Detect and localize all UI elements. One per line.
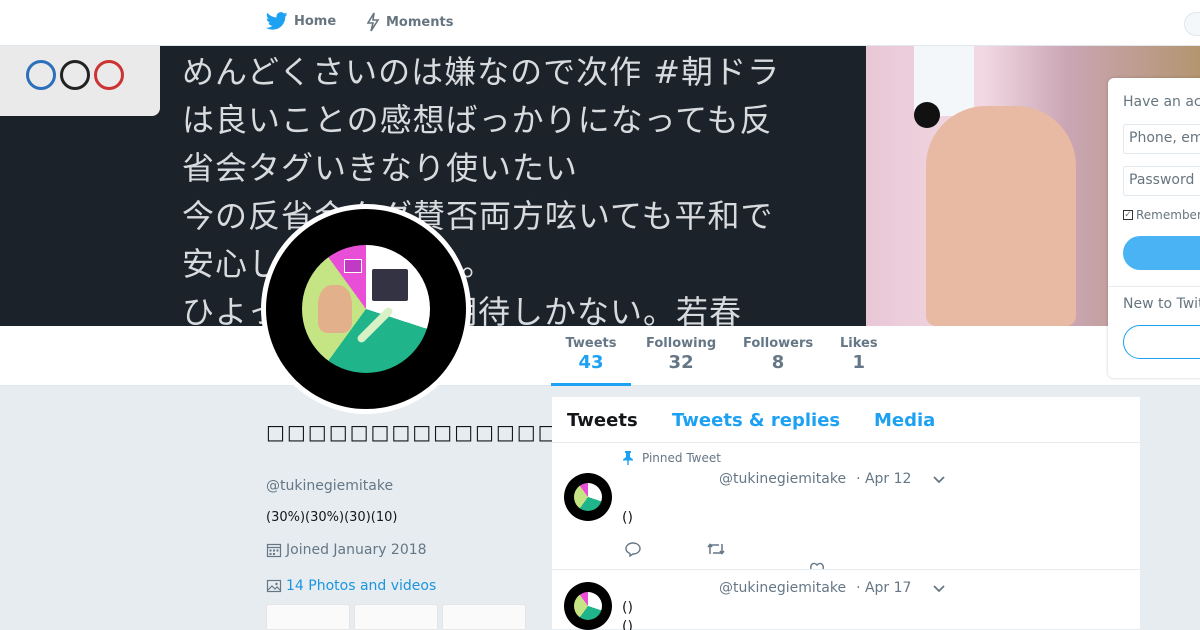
nav-moments-label: Moments (386, 14, 454, 30)
image-icon (266, 579, 282, 593)
stat-followers-value: 8 (771, 352, 785, 373)
profile-joined: Joined January 2018 (266, 542, 427, 558)
profile-banner: めんどくさいのは嫌なので次作 #朝ドラ は良いことの感想ばっかりになっても反 省… (0, 46, 1200, 326)
tweet-handle[interactable]: @tukinegiemitake (719, 471, 846, 487)
password-input[interactable]: Password (1123, 166, 1200, 196)
remember-me-label: Remember me (1136, 208, 1200, 222)
reply-icon[interactable] (624, 541, 642, 557)
stat-tweets-label: Tweets (565, 336, 617, 351)
new-to-twitter-label: New to Twitter? (1123, 296, 1200, 312)
heart-icon[interactable] (809, 562, 825, 570)
tab-tweets[interactable]: Tweets (567, 410, 638, 431)
photos-videos-link[interactable]: 14 Photos and videos (266, 578, 436, 594)
stat-following-value: 32 (668, 352, 694, 373)
tweet-item[interactable]: @tukinegiemitake · Apr 17 () () (552, 570, 1140, 630)
profile-avatar[interactable] (261, 204, 471, 414)
search-box[interactable] (1184, 12, 1200, 36)
stat-likes[interactable]: Likes 1 (840, 336, 878, 373)
avatar[interactable] (564, 582, 612, 630)
timeline-tabs: Tweets Tweets & replies Media (552, 397, 1140, 443)
chevron-down-icon[interactable] (932, 472, 946, 486)
twitter-bird-icon (266, 12, 288, 30)
tweet-text: () () (622, 600, 633, 630)
pie-chart-avatar-image (302, 245, 430, 373)
nav-home-link[interactable]: Home (266, 12, 336, 30)
photos-videos-label: 14 Photos and videos (286, 578, 437, 594)
retweet-icon[interactable] (706, 541, 726, 557)
stat-followers-label: Followers (743, 336, 814, 351)
stat-following-label: Following (646, 336, 717, 351)
login-divider (1108, 286, 1200, 287)
stat-followers[interactable]: Followers 8 (743, 336, 813, 373)
timeline: Tweets Tweets & replies Media Pinned Twe… (552, 397, 1140, 630)
tweet-text: () (622, 510, 633, 526)
photo-thumbnails (266, 604, 526, 630)
pinned-indicator: Pinned Tweet (622, 451, 721, 465)
profile-sidebar: □□□□□□□□□□□□□□□□□□□□□□□□ @tukinegiemitak… (266, 420, 768, 594)
profile-name: □□□□□□□□□□□□□□□□□□□□□□□□ (266, 420, 768, 444)
pinned-label: Pinned Tweet (642, 451, 721, 465)
nav-moments-link[interactable]: Moments (366, 12, 453, 32)
olympic-rings-image (0, 46, 160, 116)
login-panel: Have an account? Phone, email or usernam… (1108, 78, 1200, 378)
top-nav: Home Moments (0, 0, 1200, 46)
tweet-header: @tukinegiemitake · Apr 12 (719, 471, 911, 487)
lightning-icon (366, 12, 380, 32)
tweet-handle[interactable]: @tukinegiemitake (719, 580, 846, 596)
tab-tweets-replies[interactable]: Tweets & replies (672, 410, 840, 431)
signup-button[interactable] (1123, 325, 1200, 359)
profile-joined-label: Joined January 2018 (286, 542, 427, 558)
profile-handle[interactable]: @tukinegiemitake (266, 478, 393, 494)
stat-tweets-value: 43 (578, 352, 604, 373)
avatar[interactable] (564, 473, 612, 521)
profile-bio: (30%)(30%)(30)(10) (266, 510, 398, 525)
pin-icon (623, 451, 633, 465)
calendar-icon (266, 543, 282, 558)
stat-likes-value: 1 (852, 352, 866, 373)
chevron-down-icon[interactable] (932, 581, 946, 595)
login-button[interactable] (1123, 236, 1200, 270)
tweet-date[interactable]: · Apr 17 (856, 580, 911, 596)
tweet-actions (624, 541, 726, 557)
nav-home-label: Home (294, 13, 337, 29)
tweet-date[interactable]: · Apr 12 (856, 471, 911, 487)
tab-media[interactable]: Media (874, 410, 935, 431)
tweet-item[interactable]: Pinned Tweet @tukinegiemitake · Apr 12 (… (552, 444, 1140, 570)
remember-me[interactable]: ✓ Remember me (1123, 208, 1200, 222)
checkbox-icon[interactable]: ✓ (1123, 210, 1133, 220)
stat-likes-label: Likes (840, 336, 878, 351)
photo-thumbnail[interactable] (354, 604, 438, 630)
stat-tweets[interactable]: Tweets 43 (551, 336, 631, 386)
stat-following[interactable]: Following 32 (646, 336, 716, 373)
login-title: Have an account? (1123, 94, 1200, 110)
tweet-header: @tukinegiemitake · Apr 17 (719, 580, 911, 596)
photo-thumbnail[interactable] (442, 604, 526, 630)
photo-thumbnail[interactable] (266, 604, 350, 630)
phone-email-input[interactable]: Phone, email or username (1123, 124, 1200, 154)
profile-nav: Tweets 43 Following 32 Followers 8 Likes… (0, 326, 1200, 386)
